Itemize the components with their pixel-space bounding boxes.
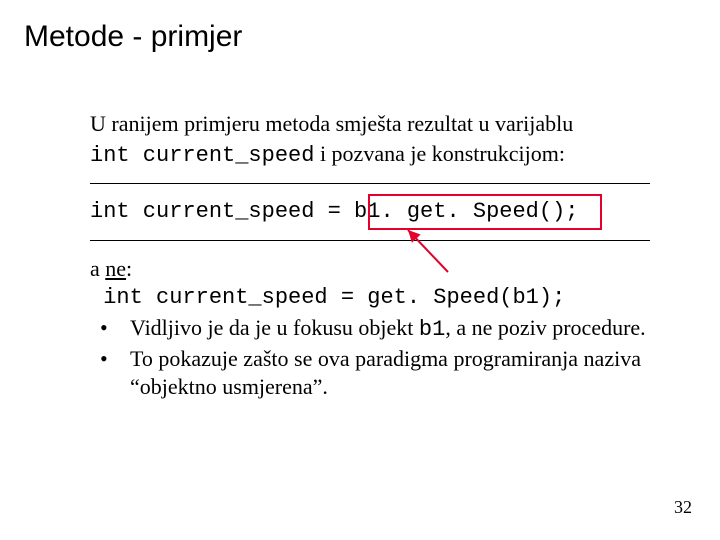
ane-text: a ne:	[90, 256, 132, 281]
page-number: 32	[674, 497, 692, 518]
intro-line-2: int current_speed i pozvana je konstrukc…	[90, 140, 670, 170]
bullet2-pre: To pokazuje zašto se ova paradigma progr…	[130, 346, 641, 399]
code-correct: int current_speed = b1. get. Speed();	[90, 198, 670, 226]
ane-label: a ne:	[90, 255, 670, 283]
intro-code: int current_speed	[90, 143, 314, 168]
slide-title: Metode - primjer	[24, 20, 242, 54]
intro-tail: i pozvana je konstrukcijom:	[314, 141, 565, 166]
divider-2	[90, 240, 650, 241]
slide-body: U ranijem primjeru metoda smješta rezult…	[90, 110, 670, 400]
slide: Metode - primjer U ranijem primjeru meto…	[0, 0, 720, 540]
bullet1-pre: Vidljivo je da je u fokusu objekt	[130, 315, 419, 340]
intro-line-1: U ranijem primjeru metoda smješta rezult…	[90, 110, 670, 138]
bullet1-code: b1	[419, 317, 445, 342]
code-correct-wrap: int current_speed = b1. get. Speed();	[90, 198, 670, 226]
list-item: Vidljivo je da je u fokusu objekt b1, a …	[90, 314, 670, 344]
divider-1	[90, 183, 650, 184]
list-item: To pokazuje zašto se ova paradigma progr…	[90, 345, 670, 400]
bullet1-post: , a ne poziv procedure.	[445, 315, 645, 340]
code-wrong: int current_speed = get. Speed(b1);	[90, 284, 670, 312]
bullet-list: Vidljivo je da je u fokusu objekt b1, a …	[90, 314, 670, 401]
